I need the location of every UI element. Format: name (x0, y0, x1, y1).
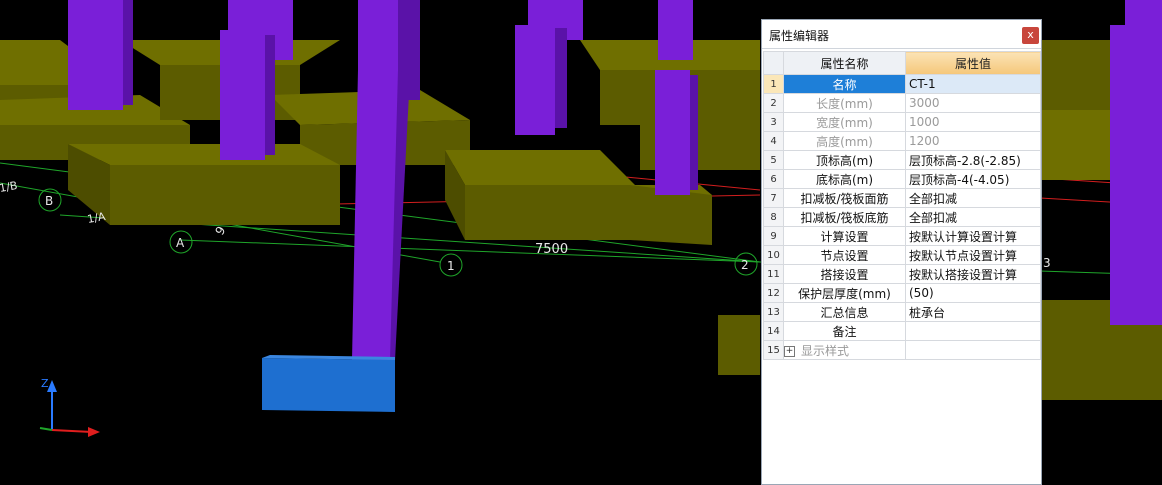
property-grid[interactable]: 属性名称 属性值 1 名称 CT-1 2 长度(mm) 3000 3 宽度(mm) 1000 4 高… (763, 51, 1041, 360)
header-property-value[interactable]: 属性值 (905, 51, 1041, 75)
property-row[interactable]: 14 备注 (763, 321, 1041, 341)
property-value[interactable]: 层顶标高-2.8(-2.85) (905, 150, 1041, 170)
property-row[interactable]: 9 计算设置 按默认计算设置计算 (763, 226, 1041, 246)
property-value[interactable]: 3000 (905, 93, 1041, 113)
property-name[interactable]: 节点设置 (783, 245, 906, 265)
property-name[interactable]: 底标高(m) (783, 169, 906, 189)
property-row[interactable]: 11 搭接设置 按默认搭接设置计算 (763, 264, 1041, 284)
row-number: 6 (763, 169, 784, 189)
axis-z-label: Z (41, 377, 49, 390)
property-name[interactable]: 高度(mm) (783, 131, 906, 151)
property-value[interactable]: 层顶标高-4(-4.05) (905, 169, 1041, 189)
row-number: 9 (763, 226, 784, 246)
close-button[interactable]: x (1022, 27, 1039, 44)
property-value[interactable]: CT-1 (905, 74, 1041, 94)
property-value[interactable]: 全部扣减 (905, 188, 1041, 208)
property-row[interactable]: 5 顶标高(m) 层顶标高-2.8(-2.85) (763, 150, 1041, 170)
panel-title: 属性编辑器 (769, 29, 830, 43)
row-number: 7 (763, 188, 784, 208)
property-row[interactable]: 8 扣减板/筏板底筋 全部扣减 (763, 207, 1041, 227)
axis-label-b: B (45, 194, 53, 208)
row-number: 3 (763, 112, 784, 132)
property-row[interactable]: 12 保护层厚度(mm) (50) (763, 283, 1041, 303)
property-row[interactable]: 6 底标高(m) 层顶标高-4(-4.05) (763, 169, 1041, 189)
property-row[interactable]: 10 节点设置 按默认节点设置计算 (763, 245, 1041, 265)
property-value[interactable]: 按默认计算设置计算 (905, 226, 1041, 246)
row-number: 4 (763, 131, 784, 151)
property-name[interactable]: 名称 (783, 74, 906, 94)
property-row[interactable]: 7 扣减板/筏板面筋 全部扣减 (763, 188, 1041, 208)
property-name[interactable]: 保护层厚度(mm) (783, 283, 906, 303)
row-number: 12 (763, 283, 784, 303)
property-name[interactable]: 备注 (783, 321, 906, 341)
property-value[interactable]: 按默认搭接设置计算 (905, 264, 1041, 284)
row-number: 10 (763, 245, 784, 265)
axis-label-3: 3 (1043, 256, 1051, 270)
grid-header: 属性名称 属性值 (763, 51, 1041, 75)
row-number: 11 (763, 264, 784, 284)
row-number: 14 (763, 321, 784, 341)
property-row[interactable]: 1 名称 CT-1 (763, 74, 1041, 94)
selected-pile-cap[interactable] (262, 355, 395, 412)
property-name[interactable]: 扣减板/筏板面筋 (783, 188, 906, 208)
property-name[interactable]: + 显示样式 (783, 340, 906, 360)
property-name[interactable]: 扣减板/筏板底筋 (783, 207, 906, 227)
axis-label-1b: 1/B (0, 179, 19, 195)
header-property-name[interactable]: 属性名称 (783, 51, 906, 75)
property-name[interactable]: 计算设置 (783, 226, 906, 246)
property-value[interactable]: 按默认节点设置计算 (905, 245, 1041, 265)
property-value[interactable] (905, 340, 1041, 360)
dimension-7500: 7500 (535, 242, 568, 257)
property-editor-panel[interactable]: 属性编辑器 x 属性名称 属性值 1 名称 CT-1 2 长度(mm) 3000 3 宽度(m… (761, 19, 1042, 485)
property-value[interactable]: (50) (905, 283, 1041, 303)
property-value[interactable] (905, 321, 1041, 341)
header-corner (763, 51, 784, 75)
property-row[interactable]: 4 高度(mm) 1200 (763, 131, 1041, 151)
axis-label-1a: 1/A (86, 210, 107, 226)
property-row[interactable]: 13 汇总信息 桩承台 (763, 302, 1041, 322)
axis-gizmo: Z (39, 377, 100, 437)
property-name[interactable]: 顶标高(m) (783, 150, 906, 170)
property-value[interactable]: 1200 (905, 131, 1041, 151)
property-name-text: 显示样式 (801, 343, 850, 358)
property-name[interactable]: 汇总信息 (783, 302, 906, 322)
row-number: 13 (763, 302, 784, 322)
property-row[interactable]: 15 + 显示样式 (763, 340, 1041, 360)
row-number: 1 (763, 74, 784, 94)
property-value[interactable]: 全部扣减 (905, 207, 1041, 227)
property-row[interactable]: 3 宽度(mm) 1000 (763, 112, 1041, 132)
row-number: 2 (763, 93, 784, 113)
property-value[interactable]: 1000 (905, 112, 1041, 132)
row-number: 5 (763, 150, 784, 170)
property-row[interactable]: 2 长度(mm) 3000 (763, 93, 1041, 113)
axis-label-1: 1 (447, 259, 455, 273)
property-name[interactable]: 长度(mm) (783, 93, 906, 113)
row-number: 15 (763, 340, 784, 360)
panel-title-bar[interactable]: 属性编辑器 x (762, 20, 1041, 49)
row-number: 8 (763, 207, 784, 227)
property-name[interactable]: 宽度(mm) (783, 112, 906, 132)
property-name[interactable]: 搭接设置 (783, 264, 906, 284)
property-value[interactable]: 桩承台 (905, 302, 1041, 322)
axis-label-2: 2 (741, 258, 749, 272)
axis-label-a: A (176, 236, 185, 250)
expand-icon[interactable]: + (784, 345, 795, 357)
